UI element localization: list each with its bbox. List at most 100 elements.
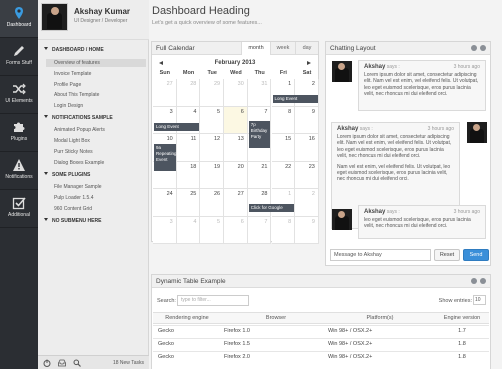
send-button[interactable]: Send <box>463 249 489 261</box>
nav-link-grid[interactable]: 960 Content Grid <box>54 206 92 212</box>
calendar-day-cell[interactable]: 27 <box>153 79 177 107</box>
nav-section-plugins[interactable]: SOME PLUGINS <box>38 172 149 178</box>
calendar-day-cell[interactable]: 19 <box>200 161 225 189</box>
calendar-day-cell[interactable]: 30 <box>224 79 248 107</box>
nav-link-about[interactable]: About This Template <box>54 92 99 98</box>
calendar-event[interactable]: 9a Repeating Event <box>154 144 177 171</box>
minimize-icon[interactable] <box>471 278 477 284</box>
show-entries-select[interactable]: 10 <box>473 295 486 305</box>
rail-item-additional[interactable]: Additional <box>0 190 38 228</box>
calendar-day-cell[interactable]: 6 <box>224 216 248 244</box>
calendar-day-cell[interactable]: 9 <box>295 216 319 244</box>
calendar-day-cell[interactable]: 3 <box>153 216 177 244</box>
calendar-day-cell[interactable]: 29 <box>200 79 225 107</box>
calendar-event[interactable]: Click for Google <box>248 204 295 212</box>
inbox-icon[interactable] <box>58 359 66 367</box>
nav-link-purr[interactable]: Purr Sticky Notes <box>54 149 93 155</box>
nav-link-modal[interactable]: Modal Light Box <box>54 138 90 144</box>
nav-link-invoice[interactable]: Invoice Template <box>54 71 91 77</box>
table-cell: Gecko <box>158 354 174 360</box>
nav-section-no-submenu[interactable]: NO SUBMENU HERE <box>38 218 149 224</box>
chat-message: Akshay says : 3 hours ago leo eget euism… <box>358 205 486 239</box>
day-of-week-label: Sat <box>302 70 312 76</box>
avatar <box>467 122 487 143</box>
nav-link-profile[interactable]: Profile Page <box>54 82 81 88</box>
nav-link-pulp-loader[interactable]: Pulp Loader 1.5.4 <box>54 195 93 201</box>
calendar-event[interactable]: Long Event <box>154 122 200 131</box>
calendar-day-cell[interactable]: 5 <box>200 216 225 244</box>
nav-link-popup-alerts[interactable]: Animated Popup Alerts <box>54 127 105 133</box>
tasks-count[interactable]: 18 New Tasks <box>113 360 144 366</box>
calendar-day-cell[interactable]: 22 <box>271 161 296 189</box>
calendar-day-cell[interactable]: 13 <box>224 134 248 162</box>
column-header[interactable]: Rendering engine <box>154 313 220 323</box>
rail-item-forms[interactable]: Forms Stuff <box>0 38 38 76</box>
calendar-day-cell[interactable]: 4 <box>176 216 201 244</box>
avatar[interactable] <box>41 3 68 31</box>
calendar-day-cell[interactable]: 15 <box>271 134 296 162</box>
calendar-day-cell[interactable]: 27 <box>224 189 248 217</box>
calendar-day-cell[interactable]: 31 <box>247 79 272 107</box>
nav-section-dashboard[interactable]: DASHBOARD / HOME <box>38 47 149 53</box>
calendar-day-cell[interactable]: 16 <box>295 134 319 162</box>
nav-link-file-manager[interactable]: File Manager Sample <box>54 184 102 190</box>
close-icon[interactable] <box>480 45 486 51</box>
column-header[interactable]: Platform(s) <box>328 313 432 323</box>
calendar-day-cell[interactable]: 21 <box>247 161 272 189</box>
calendar-day-cell[interactable]: 11 <box>176 134 201 162</box>
calendar-day-cell[interactable]: 20 <box>224 161 248 189</box>
reset-button[interactable]: Reset <box>434 249 460 261</box>
calendar-day-cell[interactable]: 28 <box>176 79 201 107</box>
search-icon[interactable] <box>73 359 81 367</box>
calendar-event[interactable]: Long Event <box>272 95 318 103</box>
close-icon[interactable] <box>480 278 486 284</box>
calendar-day-cell[interactable]: 18 <box>176 161 201 189</box>
calendar-day-cell[interactable]: 24 <box>153 189 177 217</box>
shuffle-icon <box>13 83 26 95</box>
calendar-day-cell[interactable]: 12 <box>200 134 225 162</box>
calendar-day-cell[interactable]: 1 <box>271 189 296 217</box>
rail-item-notifications[interactable]: Notifications <box>0 152 38 190</box>
message-says: says : <box>359 126 373 132</box>
calendar-day-cell[interactable]: 8 <box>271 106 296 134</box>
table-search-input[interactable]: type to filter... <box>177 295 249 306</box>
calendar-day-cell[interactable]: 2 <box>295 189 319 217</box>
nav-link-overview[interactable]: Overview of features <box>46 59 146 67</box>
table-title: Dynamic Table Example <box>156 278 226 285</box>
tab-month[interactable]: month <box>241 42 270 55</box>
column-header[interactable]: Engine version <box>434 313 490 323</box>
message-author: Akshay <box>364 209 386 215</box>
rail-item-dashboard[interactable]: Dashboard <box>0 0 38 38</box>
tab-week[interactable]: week <box>270 42 295 55</box>
calendar-day-cell[interactable]: 8 <box>271 216 296 244</box>
calendar-day-cell[interactable]: 6 <box>224 106 248 134</box>
nav-section-notifications[interactable]: NOTIFICATIONS SAMPLE <box>38 115 149 121</box>
nav-link-dialog[interactable]: Dialog Boxes Example <box>54 160 104 166</box>
calendar-day-cell[interactable]: 26 <box>200 189 225 217</box>
power-icon[interactable] <box>43 359 51 367</box>
nav-link-login[interactable]: Login Design <box>54 103 83 109</box>
rail-item-plugins[interactable]: Plugins <box>0 114 38 152</box>
chat-message-input[interactable]: Message to Akshay <box>330 249 431 261</box>
calendar-title: Full Calendar <box>156 45 195 52</box>
next-month-button[interactable] <box>307 61 311 65</box>
day-number: 3 <box>169 108 173 115</box>
day-number: 16 <box>308 136 315 142</box>
calendar-day-cell[interactable]: 28 <box>247 189 272 217</box>
calendar-day-cell[interactable]: 25 <box>176 189 201 217</box>
calendar-day-cell[interactable]: 7 <box>247 216 272 244</box>
tab-day[interactable]: day <box>295 42 318 55</box>
day-number: 6 <box>240 218 244 225</box>
column-header[interactable]: Browser <box>224 313 328 323</box>
table-cell: Firefox 1.0 <box>224 328 250 334</box>
nav-section-title: NOTIFICATIONS SAMPLE <box>52 115 113 121</box>
minimize-icon[interactable] <box>471 45 477 51</box>
calendar-day-cell[interactable]: 5 <box>200 106 225 134</box>
rail-item-ui-elements[interactable]: UI Elements <box>0 76 38 114</box>
calendar-day-cell[interactable]: 23 <box>295 161 319 189</box>
calendar-day-cell[interactable]: 9 <box>295 106 319 134</box>
day-of-week-label: Fri <box>279 70 287 76</box>
day-number: 18 <box>190 163 197 170</box>
calendar-event[interactable]: 7p Birthday Party <box>248 120 271 148</box>
day-number: 28 <box>190 81 197 87</box>
